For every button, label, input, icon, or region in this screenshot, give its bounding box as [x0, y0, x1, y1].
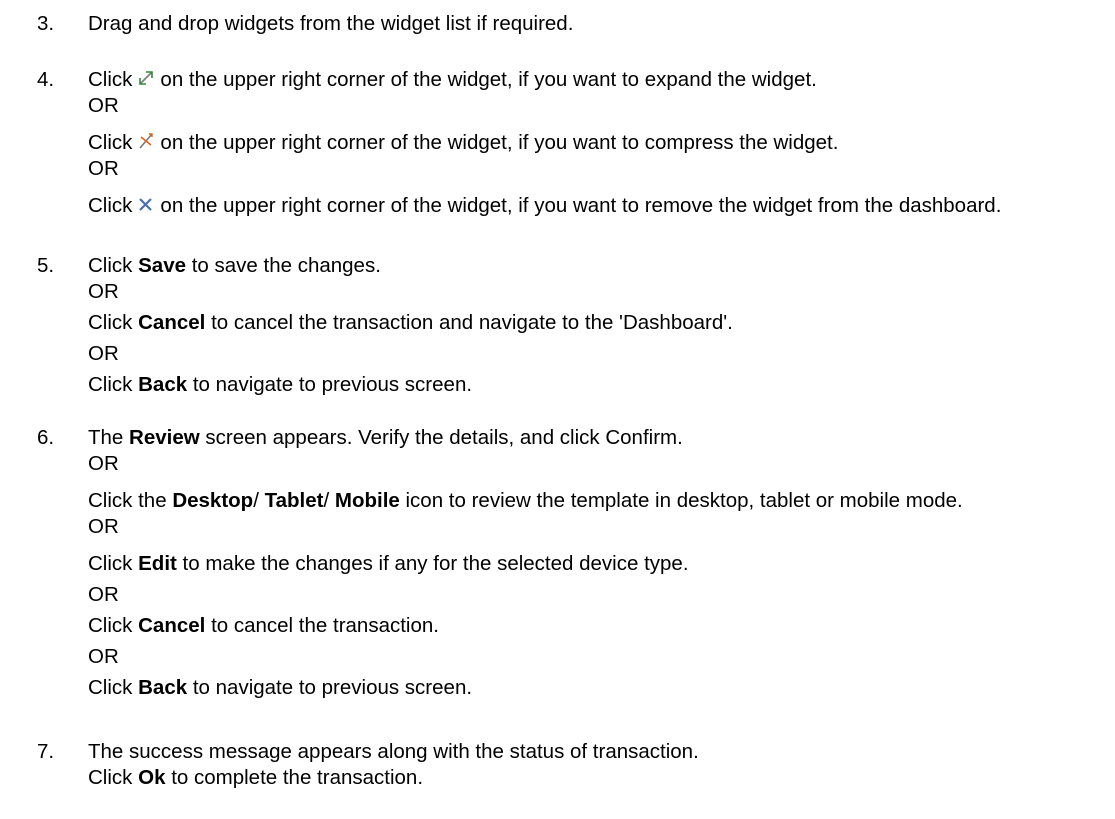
step-text: Drag and drop widgets from the widget li…: [88, 12, 574, 35]
save-button-ref: Save: [138, 254, 187, 277]
or-separator: OR: [88, 157, 119, 180]
step-line: The Review screen appears. Verify the de…: [88, 426, 683, 449]
or-separator: OR: [88, 583, 119, 606]
step-line: Click Cancel to cancel the transaction a…: [88, 311, 733, 334]
or-separator: OR: [88, 280, 119, 303]
step-7: 7. The success message appears along wit…: [37, 739, 1107, 791]
step-text: The success message appears along with t…: [88, 740, 699, 763]
back-button-ref: Back: [138, 676, 188, 699]
step-5: 5. Click Save to save the changes. OR Cl…: [37, 253, 1107, 398]
step-line: Click Back to navigate to previous scree…: [88, 373, 473, 396]
close-icon: [136, 194, 156, 214]
step-line: Click Back to navigate to previous scree…: [88, 676, 473, 699]
step-number: 4.: [37, 68, 55, 91]
step-number: 6.: [37, 426, 55, 449]
or-separator: OR: [88, 94, 119, 117]
text-run: on the upper right corner of the widget,…: [160, 194, 1002, 217]
text-run: Click: [88, 68, 133, 91]
tablet-ref: Tablet: [264, 489, 324, 512]
review-screen-ref: Review: [129, 426, 200, 449]
step-line: Click on the upper right corner of the wi…: [88, 193, 1107, 219]
step-line: Click Edit to make the changes if any fo…: [88, 552, 689, 575]
step-line: Click on the upper right corner of the wi…: [88, 67, 1107, 93]
compress-icon: [136, 131, 156, 151]
document-page: 3. Drag and drop widgets from the widget…: [0, 0, 1115, 819]
or-separator: OR: [88, 452, 119, 475]
ok-button-ref: Ok: [138, 766, 166, 789]
step-line: Click on the upper right corner of the wi…: [88, 130, 1107, 156]
or-separator: OR: [88, 515, 119, 538]
step-number: 5.: [37, 254, 55, 277]
text-run: Click: [88, 194, 133, 217]
text-run: Click: [88, 131, 133, 154]
expand-icon: [136, 68, 156, 88]
text-run: on the upper right corner of the widget,…: [160, 68, 817, 91]
step-3: 3. Drag and drop widgets from the widget…: [37, 11, 1107, 37]
edit-button-ref: Edit: [138, 552, 177, 575]
cancel-button-ref: Cancel: [138, 614, 206, 637]
or-separator: OR: [88, 645, 119, 668]
step-number: 3.: [37, 12, 55, 35]
text-run: on the upper right corner of the widget,…: [160, 131, 839, 154]
step-line: Click Cancel to cancel the transaction.: [88, 614, 439, 637]
step-line: Click Save to save the changes.: [88, 254, 381, 277]
step-6: 6. The Review screen appears. Verify the…: [37, 425, 1107, 701]
step-4: 4. Click on the upper right corner of the…: [37, 67, 1107, 219]
step-line: Click Ok to complete the transaction.: [88, 766, 424, 789]
mobile-ref: Mobile: [334, 489, 400, 512]
step-number: 7.: [37, 740, 55, 763]
or-separator: OR: [88, 342, 119, 365]
back-button-ref: Back: [138, 373, 188, 396]
cancel-button-ref: Cancel: [138, 311, 206, 334]
desktop-ref: Desktop: [172, 489, 254, 512]
step-line: Click the Desktop/ Tablet/ Mobile icon t…: [88, 489, 963, 512]
